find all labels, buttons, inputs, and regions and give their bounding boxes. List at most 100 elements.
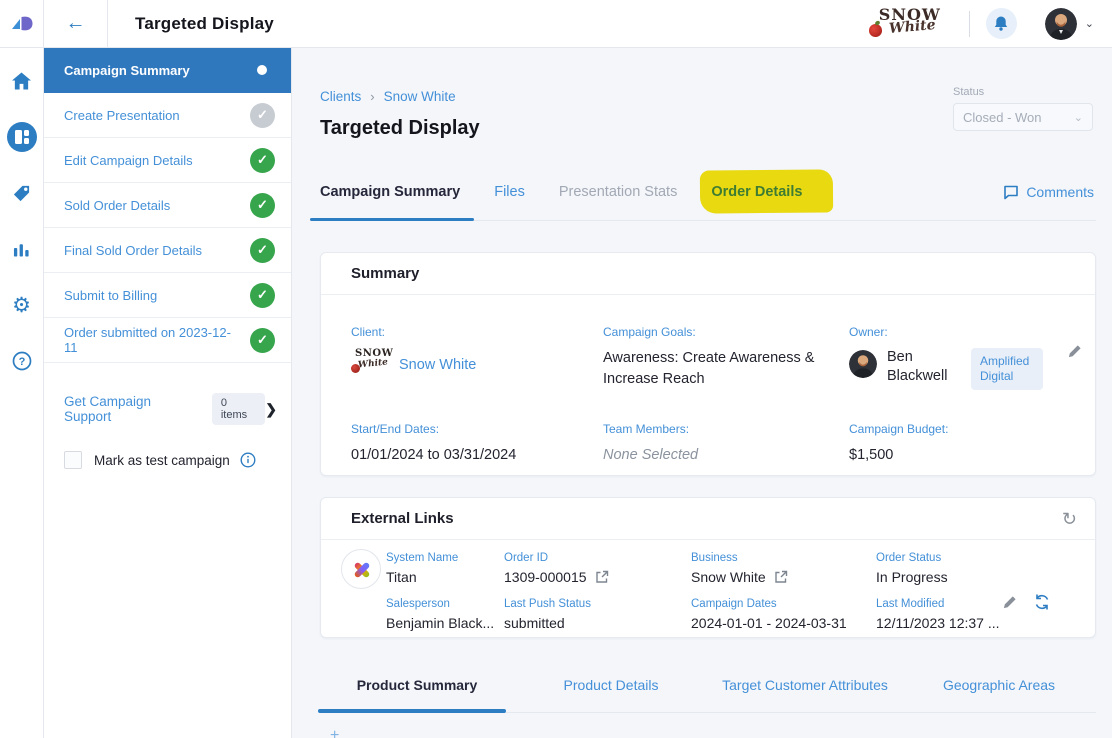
- budget-field: Campaign Budget: $1,500: [849, 422, 1082, 466]
- chevron-right-icon: ❯: [265, 401, 277, 418]
- step-create-presentation[interactable]: Create Presentation ✓: [44, 93, 291, 138]
- summary-card: Summary Client: SNOW White Snow White: [320, 252, 1096, 476]
- nav-reports-button[interactable]: [7, 234, 37, 264]
- external-link-icon[interactable]: [595, 570, 609, 584]
- breadcrumb-clients-link[interactable]: Clients: [320, 89, 361, 104]
- campaign-dates-field: Campaign Dates 2024-01-01 - 2024-03-31: [691, 598, 876, 631]
- edit-owner-button[interactable]: [1067, 344, 1082, 359]
- salesperson-field: Salesperson Benjamin Black...: [386, 598, 504, 631]
- tab-target-customer-attributes[interactable]: Target Customer Attributes: [708, 677, 902, 693]
- nav-help-button[interactable]: ?: [7, 346, 37, 376]
- step-submit-to-billing[interactable]: Submit to Billing ✓: [44, 273, 291, 318]
- dates-value: 01/01/2024 to 03/31/2024: [351, 445, 603, 466]
- summary-card-header: Summary: [321, 253, 1095, 295]
- info-icon[interactable]: [240, 452, 256, 468]
- external-links-title: External Links: [351, 510, 454, 527]
- client-logo-script: White: [358, 357, 389, 370]
- notifications-button[interactable]: [986, 8, 1017, 39]
- support-label: Get Campaign Support: [64, 394, 202, 424]
- summary-grid: Client: SNOW White Snow White Campaign G…: [321, 295, 1095, 466]
- step-edit-campaign-details[interactable]: Edit Campaign Details ✓: [44, 138, 291, 183]
- mark-test-campaign-checkbox[interactable]: [64, 451, 82, 469]
- step-label: Order submitted on 2023-12-11: [64, 325, 250, 355]
- step-sold-order-details[interactable]: Sold Order Details ✓: [44, 183, 291, 228]
- system-name-value: Titan: [386, 569, 504, 585]
- avatar-image: [1045, 8, 1077, 40]
- owner-name: Ben Blackwell: [887, 348, 953, 386]
- client-logo-text: SNOW: [355, 348, 393, 359]
- client-link[interactable]: SNOW White Snow White: [351, 348, 603, 382]
- add-product-button[interactable]: +: [330, 727, 339, 738]
- apple-icon: [869, 24, 882, 37]
- order-id-value: 1309-000015: [504, 569, 587, 585]
- status-value: Closed - Won: [963, 110, 1042, 125]
- campaign-steps-sidebar: Campaign Summary Create Presentation ✓ E…: [44, 48, 292, 738]
- push-status-field: Last Push Status submitted: [504, 598, 691, 631]
- brand-text-white: White: [888, 16, 936, 36]
- check-done-icon: ✓: [250, 283, 275, 308]
- owner-field: Owner:: [849, 325, 1082, 390]
- tab-presentation-stats[interactable]: Presentation Stats: [559, 184, 678, 200]
- sync-button[interactable]: [1033, 593, 1051, 611]
- user-menu-chevron-icon[interactable]: ⌄: [1085, 17, 1094, 30]
- sync-icon: [1033, 593, 1051, 611]
- order-id-field: Order ID 1309-000015: [504, 552, 691, 585]
- owner-line: Ben Blackwell Amplified Digital: [849, 348, 1082, 390]
- back-button[interactable]: ←: [44, 0, 108, 48]
- dashboard-layout-icon: [14, 129, 30, 145]
- test-campaign-row: Mark as test campaign: [44, 451, 291, 469]
- dates-label: Start/End Dates:: [351, 422, 603, 436]
- step-final-sold-order-details[interactable]: Final Sold Order Details ✓: [44, 228, 291, 273]
- step-campaign-summary[interactable]: Campaign Summary: [44, 48, 291, 93]
- app-window: ← Targeted Display SNOW White: [0, 0, 1112, 738]
- tab-campaign-summary[interactable]: Campaign Summary: [320, 184, 460, 200]
- salesperson-label: Salesperson: [386, 598, 504, 610]
- user-avatar[interactable]: [1045, 8, 1077, 40]
- current-step-dot-icon: [257, 65, 267, 75]
- external-link-icon[interactable]: [774, 570, 788, 584]
- tab-geographic-areas[interactable]: Geographic Areas: [902, 677, 1096, 693]
- top-bar: ← Targeted Display SNOW White: [0, 0, 1112, 48]
- external-links-card: External Links ↻ System Name Titan Order…: [320, 497, 1096, 638]
- team-value: None Selected: [603, 445, 849, 466]
- test-campaign-label: Mark as test campaign: [94, 453, 230, 468]
- product-tabs: Product Summary Product Details Target C…: [320, 677, 1096, 713]
- nav-home-button[interactable]: [7, 66, 37, 96]
- refresh-button[interactable]: ↻: [1062, 510, 1077, 528]
- check-pending-icon: ✓: [250, 103, 275, 128]
- edit-external-link-button[interactable]: [1002, 595, 1017, 610]
- owner-avatar: [849, 350, 877, 378]
- status-dropdown[interactable]: Closed - Won ⌄: [953, 103, 1093, 131]
- tab-order-details[interactable]: Order Details: [711, 184, 802, 200]
- breadcrumb-client-link[interactable]: Snow White: [384, 89, 456, 104]
- push-status-value: submitted: [504, 615, 691, 631]
- tab-product-summary[interactable]: Product Summary: [320, 677, 514, 693]
- get-campaign-support-button[interactable]: Get Campaign Support 0 items ❯: [44, 393, 291, 425]
- dates-field: Start/End Dates: 01/01/2024 to 03/31/202…: [351, 422, 603, 466]
- nav-campaigns-button[interactable]: [7, 122, 37, 152]
- nav-tags-button[interactable]: [7, 178, 37, 208]
- system-name-field: System Name Titan: [386, 552, 504, 585]
- titan-system-logo: [341, 549, 381, 589]
- step-order-submitted[interactable]: Order submitted on 2023-12-11 ✓: [44, 318, 291, 363]
- help-icon: ?: [12, 351, 32, 371]
- external-links-grid: System Name Titan Order ID 1309-000015 B…: [386, 540, 1095, 631]
- nav-settings-button[interactable]: ⚙: [7, 290, 37, 320]
- client-label: Client:: [351, 325, 603, 339]
- summary-card-title: Summary: [351, 265, 419, 282]
- campaign-dates-value: 2024-01-01 - 2024-03-31: [691, 615, 876, 631]
- topbar-divider: [969, 11, 970, 37]
- step-label: Submit to Billing: [64, 288, 250, 303]
- last-modified-value: 12/11/2023 12:37 ...: [876, 615, 1000, 631]
- tab-product-details[interactable]: Product Details: [514, 677, 708, 693]
- tab-files[interactable]: Files: [494, 184, 525, 200]
- comments-button[interactable]: Comments: [1003, 184, 1094, 200]
- svg-text:?: ?: [18, 356, 25, 368]
- app-logo[interactable]: [0, 0, 44, 48]
- step-label: Sold Order Details: [64, 198, 250, 213]
- campaign-dates-label: Campaign Dates: [691, 598, 876, 610]
- breadcrumb-separator-icon: ›: [370, 89, 374, 104]
- order-status-label: Order Status: [876, 552, 1000, 564]
- team-members-field: Team Members: None Selected: [603, 422, 849, 466]
- step-label: Edit Campaign Details: [64, 153, 250, 168]
